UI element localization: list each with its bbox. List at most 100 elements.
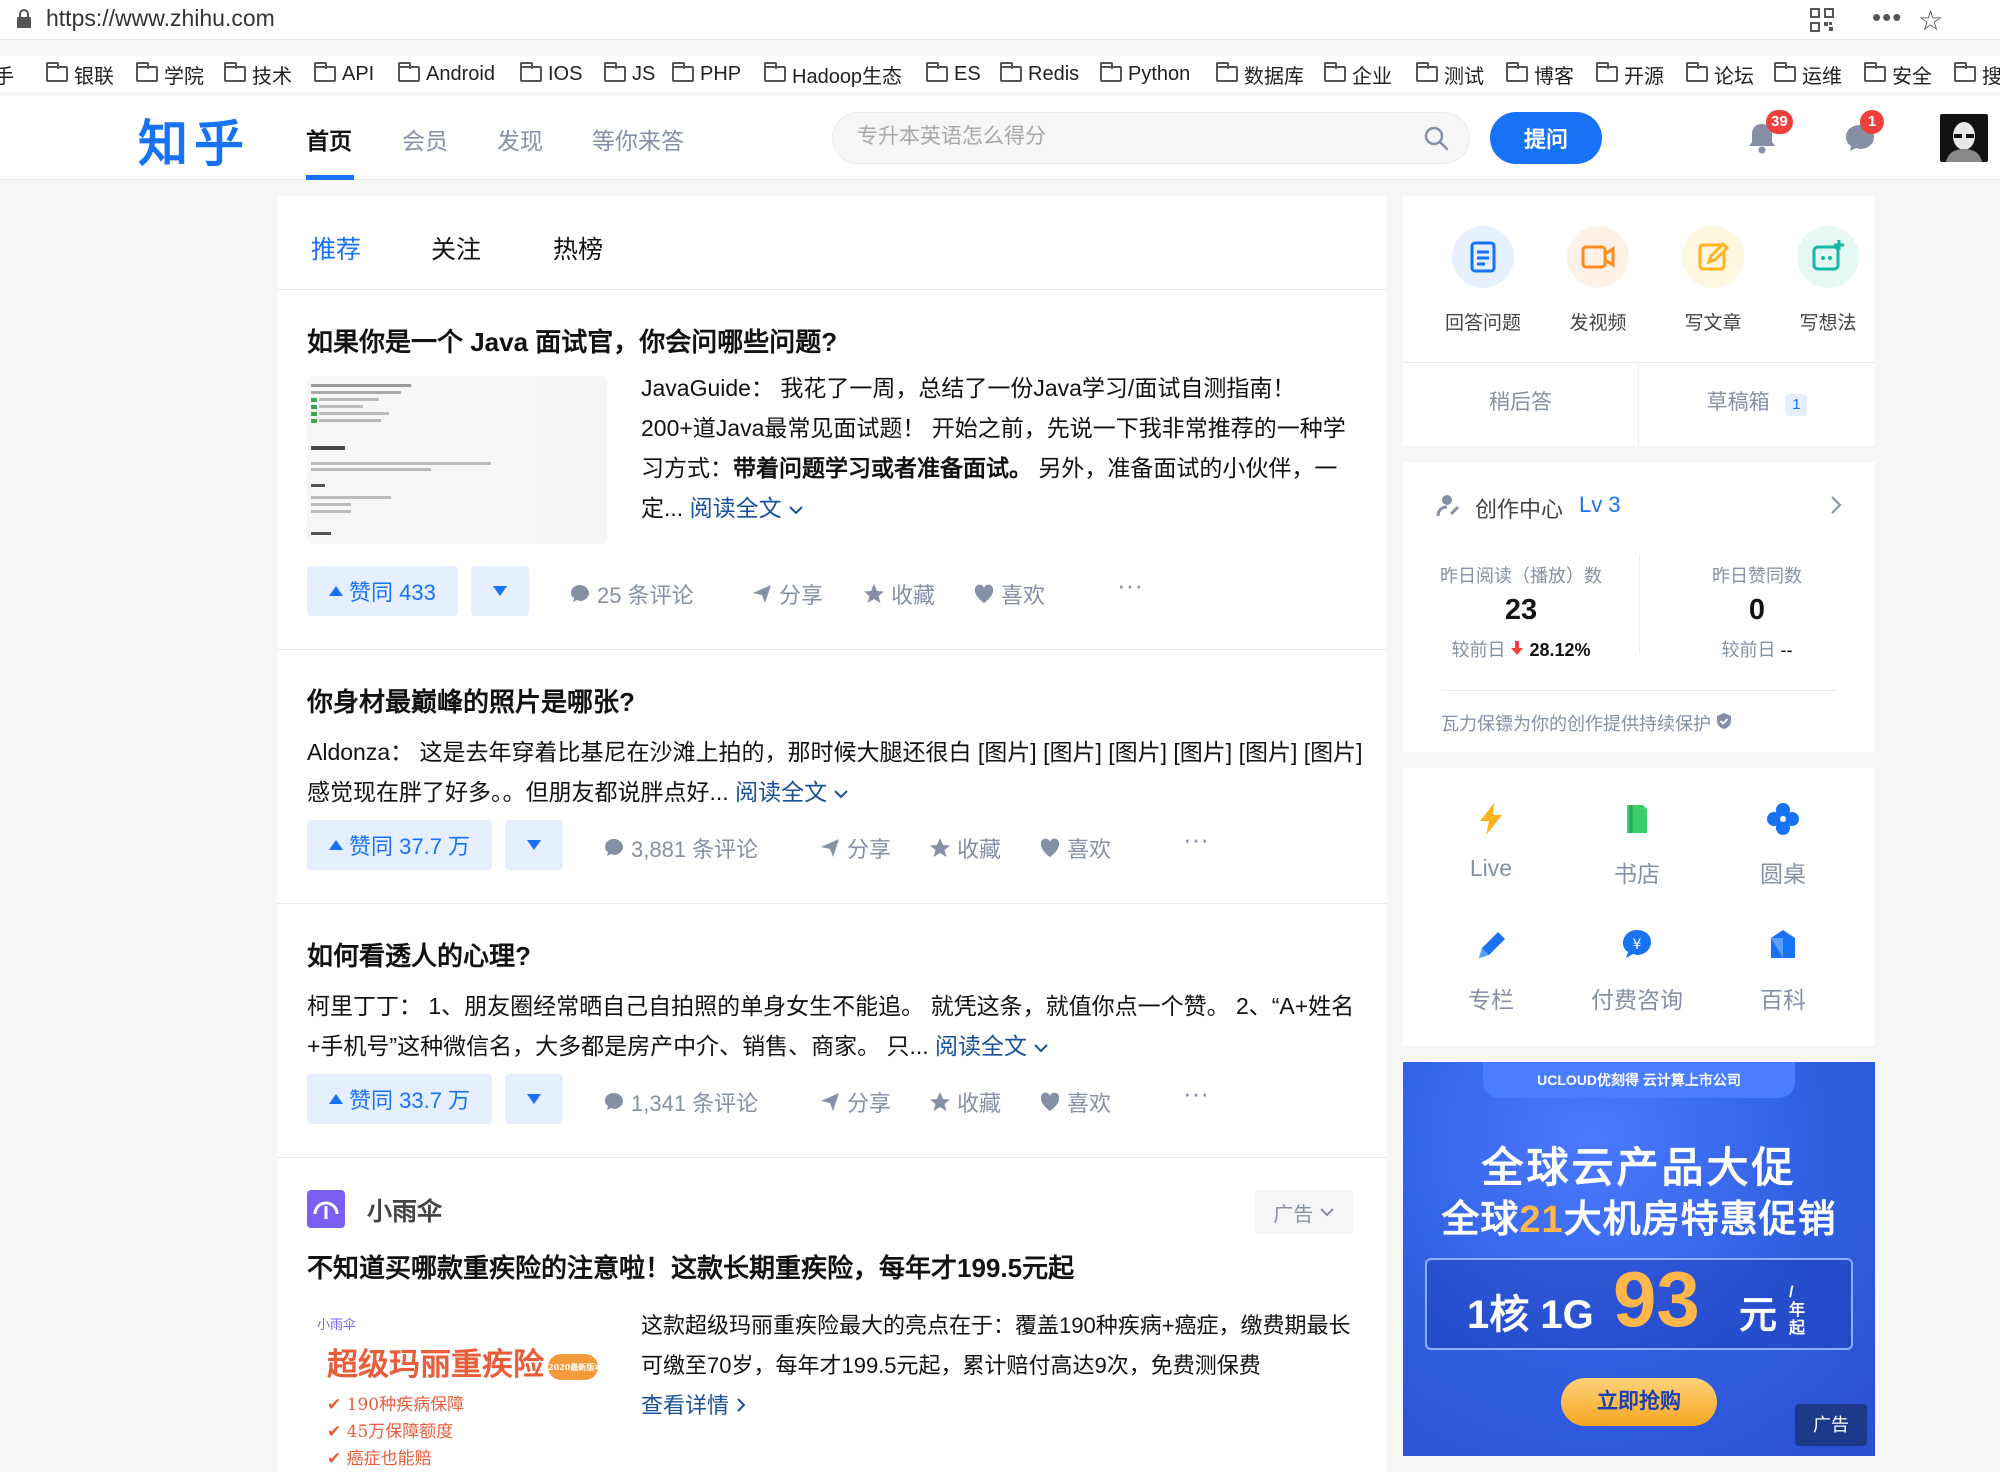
qr-code-icon[interactable]	[1810, 8, 1834, 32]
tab-recommend[interactable]: 推荐	[311, 230, 361, 266]
like-button[interactable]: 喜欢	[973, 578, 1045, 610]
bookmark-item[interactable]: 学院	[136, 58, 204, 90]
bookmark-item[interactable]: 数据库	[1216, 58, 1304, 90]
upvote-button[interactable]: 赞同 433	[307, 566, 458, 616]
banner-buy-button[interactable]: 立即抢购	[1561, 1378, 1717, 1426]
collect-button[interactable]: 收藏	[863, 578, 935, 610]
nav-discover[interactable]: 发现	[497, 122, 543, 156]
feed-item: 如何看透人的心理? 柯里丁丁： 1、朋友圈经常晒自己自拍照的单身女生不能追。 就…	[277, 904, 1387, 1158]
creator-level: Lv 3	[1579, 492, 1621, 517]
bookmark-item[interactable]: Android	[398, 58, 495, 90]
bookmark-item[interactable]: 测试	[1416, 58, 1484, 90]
tool-column[interactable]: 专栏	[1421, 928, 1561, 1015]
drafts-label: 草稿箱	[1706, 391, 1770, 414]
upvote-button[interactable]: 赞同 33.7 万	[307, 1074, 493, 1124]
zhihu-logo[interactable]: 知乎	[138, 104, 250, 176]
answer-excerpt[interactable]: Aldonza： 这是去年穿着比基尼在沙滩上拍的，那时候大腿还很白 [图片] […	[307, 732, 1367, 812]
comment-button[interactable]: 1,341 条评论	[603, 1086, 758, 1118]
question-title[interactable]: 如果你是一个 Java 面试官，你会问哪些问题?	[307, 322, 837, 359]
bookmark-item[interactable]: IOS	[520, 58, 582, 90]
answer-question-button[interactable]: 回答问题	[1433, 226, 1533, 335]
address-field[interactable]: https://www.zhihu.com	[46, 5, 275, 32]
share-button[interactable]: 分享	[819, 832, 891, 864]
chevron-right-icon[interactable]	[1829, 494, 1843, 516]
more-actions-icon[interactable]: ···	[1183, 1078, 1209, 1109]
ask-button[interactable]: 提问	[1490, 112, 1602, 164]
read-more-link[interactable]: 阅读全文	[690, 495, 804, 521]
more-options-icon[interactable]: •••	[1872, 2, 1902, 33]
tool-paid-consult[interactable]: ¥ 付费咨询	[1567, 928, 1707, 1015]
bookmark-item[interactable]: 搜	[1954, 58, 2000, 90]
lightning-icon	[1480, 803, 1502, 835]
bookmark-item[interactable]: Hadoop生态	[764, 58, 902, 90]
collect-button[interactable]: 收藏	[929, 832, 1001, 864]
ad-brand-name[interactable]: 小雨伞	[367, 1192, 442, 1228]
heart-icon	[1040, 838, 1060, 857]
bookmark-item[interactable]: API	[314, 58, 374, 90]
downvote-button[interactable]	[505, 820, 563, 870]
bookmark-item[interactable]: 技术	[224, 58, 292, 90]
more-actions-icon[interactable]: ···	[1183, 824, 1209, 855]
tab-follow[interactable]: 关注	[431, 230, 481, 266]
nav-vip[interactable]: 会员	[402, 122, 448, 156]
answer-excerpt[interactable]: JavaGuide： 我花了一周，总结了一份Java学习/面试自测指南！200+…	[641, 368, 1361, 528]
tool-bookstore[interactable]: 书店	[1567, 802, 1707, 889]
comment-button[interactable]: 3,881 条评论	[603, 832, 758, 864]
tool-roundtable[interactable]: 圆桌	[1713, 802, 1853, 889]
like-button[interactable]: 喜欢	[1039, 832, 1111, 864]
like-button[interactable]: 喜欢	[1039, 1086, 1111, 1118]
bookmark-item[interactable]: 安全	[1864, 58, 1932, 90]
bookmark-item[interactable]: JS	[604, 58, 655, 90]
bookmark-item[interactable]: 手	[0, 58, 14, 90]
nav-waiting[interactable]: 等你来答	[592, 122, 684, 156]
bookmark-item[interactable]: PHP	[672, 58, 741, 90]
share-button[interactable]: 分享	[819, 1086, 891, 1118]
collect-button[interactable]: 收藏	[929, 1086, 1001, 1118]
bookmark-item[interactable]: 银联	[46, 58, 114, 90]
tool-wiki[interactable]: 百科	[1713, 928, 1853, 1015]
nav-home[interactable]: 首页	[306, 122, 352, 156]
comment-button[interactable]: 25 条评论	[569, 578, 694, 610]
write-idea-button[interactable]: 写想法	[1778, 226, 1878, 335]
bookmark-star-icon[interactable]: ☆	[1918, 4, 1943, 37]
bookmark-item[interactable]: 论坛	[1686, 58, 1754, 90]
question-title[interactable]: 如何看透人的心理?	[307, 936, 531, 973]
post-video-button[interactable]: 发视频	[1548, 226, 1648, 335]
upvote-button[interactable]: 赞同 37.7 万	[307, 820, 493, 870]
search-input[interactable]	[857, 125, 1397, 149]
bookmark-item[interactable]: 企业	[1324, 58, 1392, 90]
question-title[interactable]: 你身材最巅峰的照片是哪张?	[307, 682, 635, 719]
bookmark-item[interactable]: 开源	[1596, 58, 1664, 90]
view-details-link[interactable]: 查看详情	[641, 1393, 747, 1418]
write-article-button[interactable]: 写文章	[1663, 226, 1763, 335]
creator-title[interactable]: 创作中心	[1475, 492, 1563, 524]
drafts-button[interactable]: 草稿箱 1	[1639, 386, 1875, 416]
ad-excerpt[interactable]: 这款超级玛丽重疾险最大的亮点在于：覆盖190种疾病+癌症，缴费期最长可缴至70岁…	[641, 1306, 1361, 1426]
collect-label: 收藏	[891, 583, 936, 608]
tool-live[interactable]: Live	[1421, 802, 1561, 882]
bookmark-item[interactable]: Python	[1100, 58, 1190, 90]
ad-image[interactable]: 小雨伞 超级玛丽重疾险 2020最新版本 ✔ 190种疾病保障 ✔ 45万保障额度…	[307, 1306, 607, 1472]
answer-thumbnail[interactable]	[307, 376, 607, 544]
read-more-link[interactable]: 阅读全文	[735, 779, 849, 805]
ad-title[interactable]: 不知道买哪款重疾险的注意啦！这款长期重疾险，每年才199.5元起	[307, 1248, 1074, 1285]
tab-hot[interactable]: 热榜	[553, 230, 603, 266]
more-actions-icon[interactable]: ···	[1117, 570, 1143, 601]
answer-excerpt[interactable]: 柯里丁丁： 1、朋友圈经常晒自己自拍照的单身女生不能追。 就凭这条，就值你点一个…	[307, 986, 1367, 1066]
downvote-button[interactable]	[471, 566, 529, 616]
read-more-link[interactable]: 阅读全文	[935, 1033, 1049, 1059]
protection-note[interactable]: 瓦力保镖为你的创作提供持续保护	[1441, 710, 1732, 736]
video-camera-icon	[1581, 245, 1615, 269]
avatar[interactable]	[1940, 114, 1988, 162]
bookmark-label: 手	[0, 65, 14, 88]
bookmark-item[interactable]: 运维	[1774, 58, 1842, 90]
downvote-button[interactable]	[505, 1074, 563, 1124]
bookmark-item[interactable]: Redis	[1000, 58, 1079, 90]
share-button[interactable]: 分享	[751, 578, 823, 610]
bookmark-item[interactable]: 博客	[1506, 58, 1574, 90]
bookmark-item[interactable]: ES	[926, 58, 981, 90]
ucloud-banner-ad[interactable]: UCLOUD优刻得 云计算上市公司 全球云产品大促 全球21大机房特惠促销 1核…	[1403, 1062, 1875, 1456]
search-icon[interactable]	[1423, 125, 1449, 151]
answer-later-button[interactable]: 稍后答	[1403, 386, 1638, 416]
ad-tag-dropdown[interactable]: 广告	[1255, 1190, 1353, 1234]
